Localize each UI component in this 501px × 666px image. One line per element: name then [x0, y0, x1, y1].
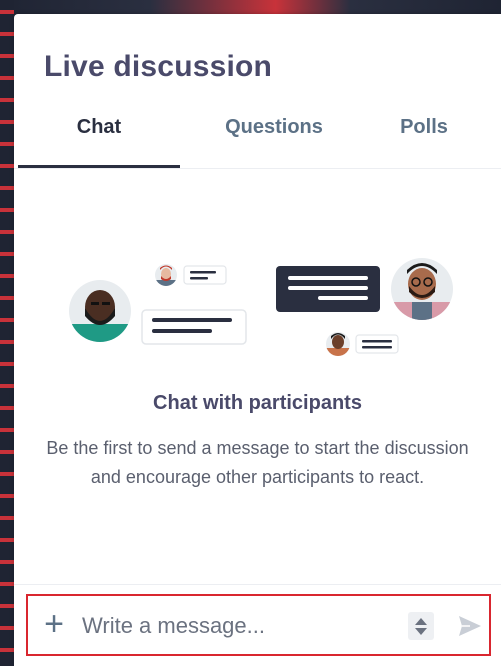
stepper-icon[interactable] — [408, 612, 434, 640]
live-discussion-panel: Live discussion Chat Questions Polls Cha… — [14, 14, 501, 666]
tab-chat[interactable]: Chat — [18, 110, 180, 168]
message-bubble-small-top — [183, 265, 227, 285]
panel-title: Live discussion — [44, 50, 273, 83]
stepper-up-icon[interactable] — [415, 618, 427, 625]
message-composer: + — [26, 594, 491, 656]
composer-divider — [14, 584, 501, 585]
empty-state-description: Be the first to send a message to start … — [46, 438, 469, 487]
stepper-down-icon[interactable] — [415, 628, 427, 635]
background-stripe — [0, 0, 14, 666]
tab-questions[interactable]: Questions — [194, 110, 354, 168]
message-bubble-right — [276, 266, 380, 312]
active-tab-indicator — [18, 165, 180, 168]
plus-icon[interactable]: + — [40, 607, 68, 641]
message-bubble-left — [141, 309, 247, 345]
message-bubble-small-bottom — [355, 334, 399, 354]
message-input[interactable] — [80, 606, 384, 646]
empty-state-title: Chat with participants — [153, 392, 362, 414]
avatar-left — [69, 280, 131, 342]
tab-polls[interactable]: Polls — [364, 110, 484, 168]
chat-illustration — [69, 258, 453, 356]
avatar-small-bottom — [326, 332, 350, 356]
send-icon[interactable] — [456, 612, 484, 640]
avatar-small-top — [155, 264, 177, 286]
tab-bar: Chat Questions Polls — [14, 110, 501, 169]
avatar-right — [391, 258, 453, 320]
